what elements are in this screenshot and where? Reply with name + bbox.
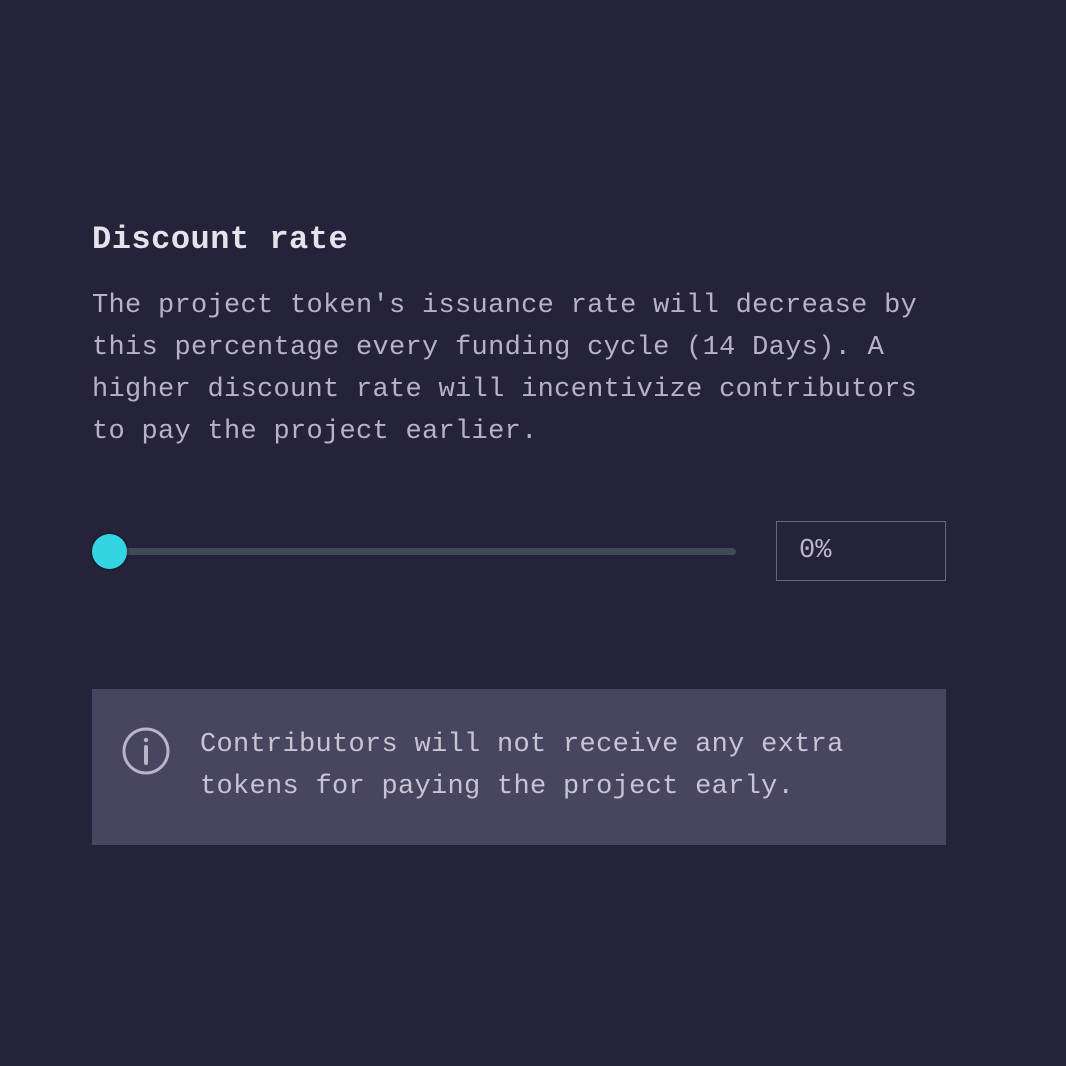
slider-thumb[interactable] <box>92 534 127 569</box>
info-icon <box>122 725 170 775</box>
section-title: Discount rate <box>92 221 946 258</box>
discount-rate-panel: Discount rate The project token's issuan… <box>92 221 946 845</box>
section-description: The project token's issuance rate will d… <box>92 286 946 453</box>
slider-track <box>104 548 736 555</box>
discount-rate-input[interactable] <box>776 521 946 581</box>
slider-row <box>92 521 946 581</box>
info-box: Contributors will not receive any extra … <box>92 689 946 845</box>
info-message: Contributors will not receive any extra … <box>200 725 916 809</box>
discount-rate-slider[interactable] <box>92 533 736 569</box>
